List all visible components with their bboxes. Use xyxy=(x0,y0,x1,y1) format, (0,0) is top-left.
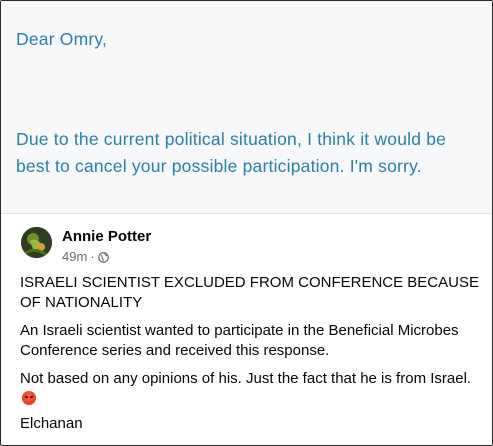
post-time[interactable]: 49m xyxy=(62,249,87,264)
email-greeting: Dear Omry, xyxy=(16,29,108,49)
author-name[interactable]: Annie Potter xyxy=(62,228,151,245)
angry-face-emoji xyxy=(22,391,36,405)
post-headline: ISRAELI SCIENTIST EXCLUDED FROM CONFEREN… xyxy=(20,274,479,311)
email-screenshot-image[interactable]: Dear Omry, Due to the current political … xyxy=(1,1,492,214)
email-body-line-1: Due to the current political situation, … xyxy=(16,129,447,149)
post-paragraph-2: Not based on any opinions of his. Just t… xyxy=(20,369,482,409)
globe-icon[interactable] xyxy=(97,251,109,263)
post-paragraph-2-text: Not based on any opinions of his. Just t… xyxy=(20,370,472,387)
meta-separator: · xyxy=(90,249,95,264)
email-body-line-2: best to cancel your possible participati… xyxy=(16,156,422,176)
post-paragraph-1: An Israeli scientist wanted to participa… xyxy=(20,322,459,359)
post-signature: Elchanan xyxy=(20,415,83,432)
avatar[interactable] xyxy=(21,227,52,258)
post-header: Annie Potter 49m · xyxy=(21,227,481,267)
facebook-post-card: Dear Omry, Due to the current political … xyxy=(0,0,493,446)
post-meta: 49m · xyxy=(62,249,109,264)
